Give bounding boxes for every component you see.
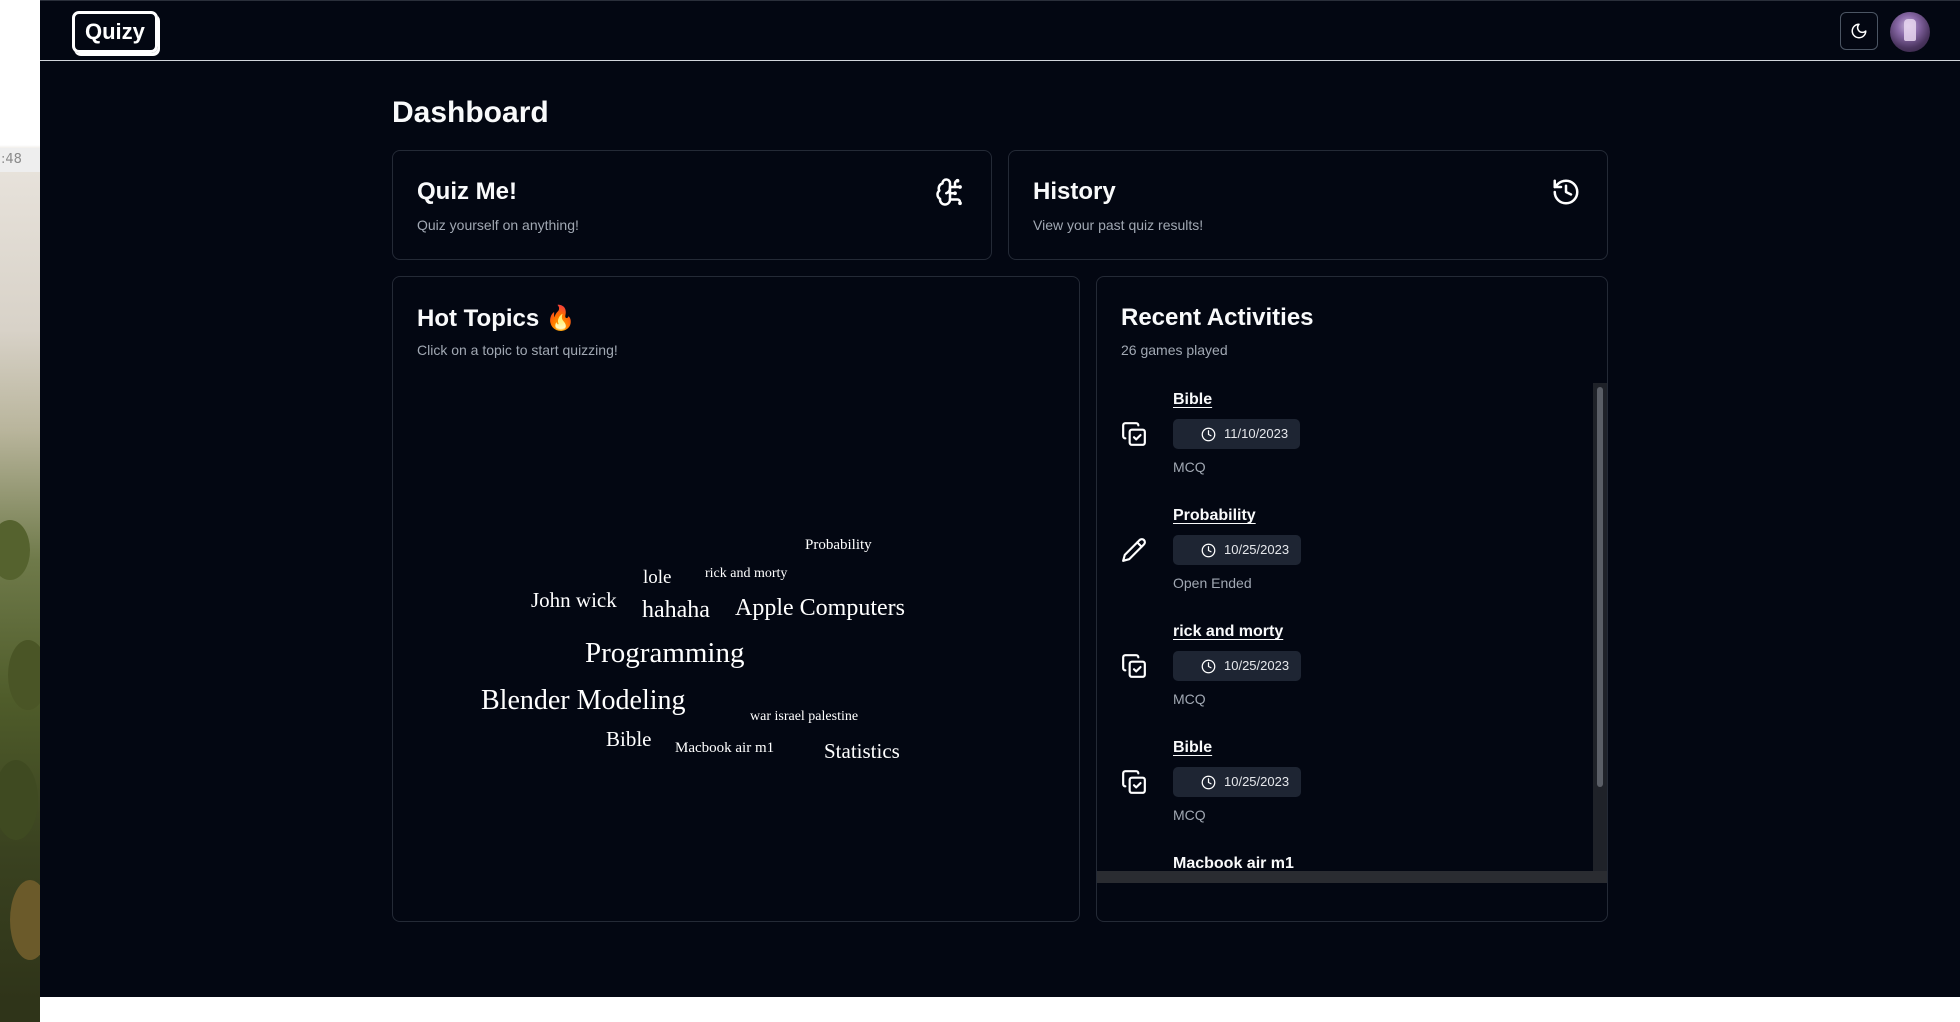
quizy-logo[interactable]: Quizy xyxy=(72,11,158,53)
quiz-me-subtitle: Quiz yourself on anything! xyxy=(417,217,579,233)
activity-type: MCQ xyxy=(1173,807,1206,823)
clock-icon xyxy=(1201,427,1216,441)
list-item: Bible 11/10/2023 MCQ xyxy=(1121,391,1581,501)
date-badge: 11/10/2023 xyxy=(1173,419,1301,449)
date-badge: 10/25/2023 xyxy=(1173,651,1302,681)
date-badge: 10/25/2023 xyxy=(1173,767,1302,797)
history-icon xyxy=(1551,177,1583,209)
list-item: Probability 10/25/2023 Open Ended xyxy=(1121,507,1581,617)
activity-type: Open Ended xyxy=(1173,575,1252,591)
topic-word[interactable]: John wick xyxy=(531,588,617,613)
topic-word[interactable]: Bible xyxy=(606,727,652,752)
activity-link[interactable]: Probability xyxy=(1173,507,1256,525)
topic-word[interactable]: Programming xyxy=(585,637,745,670)
horizontal-scrollbar[interactable] xyxy=(1097,871,1607,883)
topic-word[interactable]: war israel palestine xyxy=(750,709,858,725)
history-title: History xyxy=(1033,178,1116,205)
clock-fragment: :48 xyxy=(0,148,40,172)
topic-word[interactable]: lole xyxy=(643,567,672,589)
pencil-icon xyxy=(1121,537,1149,565)
quiz-me-card[interactable]: Quiz Me! Quiz yourself on anything! xyxy=(392,150,992,260)
activity-type: MCQ xyxy=(1173,459,1206,475)
copy-check-icon xyxy=(1121,769,1149,797)
moon-icon xyxy=(1851,23,1867,39)
copy-check-icon xyxy=(1121,653,1149,681)
clock-icon xyxy=(1201,659,1216,673)
brain-icon xyxy=(935,177,967,209)
page-title: Dashboard xyxy=(392,96,549,129)
quiz-me-title: Quiz Me! xyxy=(417,178,517,205)
activity-date: 10/25/2023 xyxy=(1224,542,1290,557)
top-navbar: Quizy xyxy=(40,0,1960,61)
date-badge: 10/25/2023 xyxy=(1173,535,1302,565)
topic-word[interactable]: Macbook air m1 xyxy=(675,740,774,757)
history-subtitle: View your past quiz results! xyxy=(1033,217,1204,233)
desktop-background: :48 xyxy=(0,0,40,1022)
list-item: Bible 10/25/2023 MCQ xyxy=(1121,739,1581,849)
clock-icon xyxy=(1201,775,1216,789)
topic-word[interactable]: Statistics xyxy=(824,739,900,764)
games-played-count: 26 games played xyxy=(1121,342,1228,358)
recent-activities-card: Recent Activities 26 games played Bible … xyxy=(1096,276,1608,922)
activity-date: 10/25/2023 xyxy=(1224,774,1290,789)
user-avatar[interactable] xyxy=(1890,12,1930,52)
recent-activities-title: Recent Activities xyxy=(1121,304,1314,331)
activity-date: 10/25/2023 xyxy=(1224,658,1290,673)
copy-check-icon xyxy=(1121,421,1149,449)
avatar-figure xyxy=(1904,19,1916,41)
theme-toggle-button[interactable] xyxy=(1840,12,1878,50)
activity-date: 11/10/2023 xyxy=(1224,426,1289,441)
scrollbar-thumb[interactable] xyxy=(1597,387,1603,787)
activity-link[interactable]: Bible xyxy=(1173,739,1212,757)
list-item: rick and morty 10/25/2023 MCQ xyxy=(1121,623,1581,733)
activity-link[interactable]: rick and morty xyxy=(1173,623,1283,641)
topic-word[interactable]: Apple Computers xyxy=(735,595,905,622)
history-card[interactable]: History View your past quiz results! xyxy=(1008,150,1608,260)
app-window: Quizy Dashboard Quiz Me! Quiz yourself o… xyxy=(40,0,1960,997)
word-cloud: Probability lole rick and morty John wic… xyxy=(393,277,1081,923)
hot-topics-card: Hot Topics 🔥 Click on a topic to start q… xyxy=(392,276,1080,922)
topic-word[interactable]: rick and morty xyxy=(705,566,787,582)
topic-word[interactable]: Probability xyxy=(805,537,872,554)
vertical-scrollbar[interactable] xyxy=(1593,383,1607,871)
topic-word[interactable]: Blender Modeling xyxy=(481,685,686,717)
topic-word[interactable]: hahaha xyxy=(642,597,710,624)
recent-activities-list[interactable]: Bible 11/10/2023 MCQ Probability 10/25/2… xyxy=(1097,383,1607,883)
activity-link[interactable]: Bible xyxy=(1173,391,1212,409)
activity-type: MCQ xyxy=(1173,691,1206,707)
clock-icon xyxy=(1201,543,1216,557)
